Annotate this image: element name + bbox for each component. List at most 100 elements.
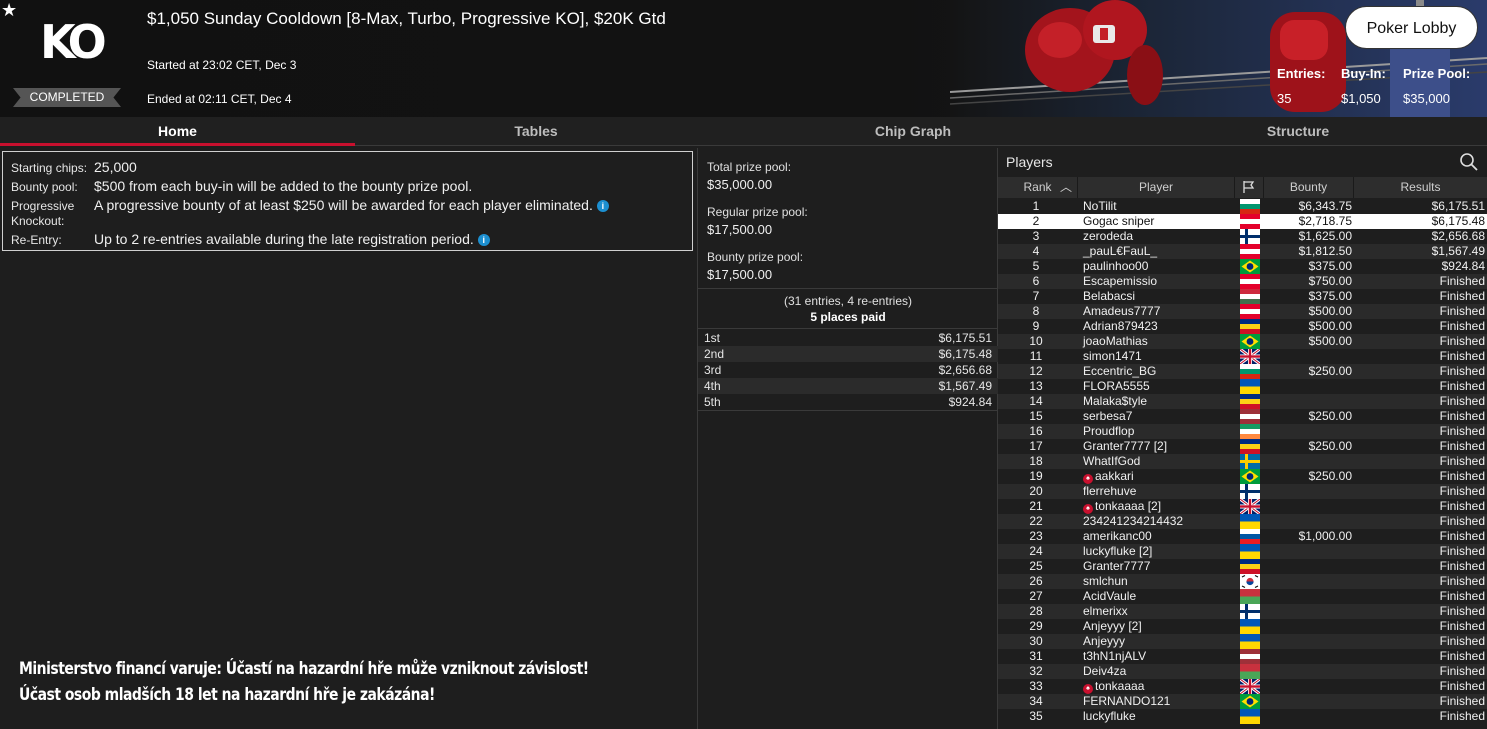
player-row[interactable]: 9 Adrian879423 $500.00 Finished <box>998 319 1487 334</box>
player-row[interactable]: 29 Anjeyyy [2] Finished <box>998 619 1487 634</box>
info-icon[interactable]: i <box>596 200 609 212</box>
player-rank: 4 <box>1032 244 1040 258</box>
country-flag-icon <box>1240 424 1260 439</box>
column-country[interactable] <box>1235 177 1264 198</box>
player-row[interactable]: 15 serbesa7 $250.00 Finished <box>998 409 1487 424</box>
player-bounty: $500.00 <box>1308 334 1352 348</box>
column-results[interactable]: Results <box>1354 177 1487 198</box>
poker-lobby-button[interactable]: Poker Lobby <box>1345 6 1478 49</box>
player-name: Amadeus7777 <box>1083 304 1161 318</box>
search-icon[interactable] <box>1459 152 1479 172</box>
player-row[interactable]: 1 NoTilit $6,343.75 $6,175.51 <box>998 199 1487 214</box>
tab-tables[interactable]: Tables <box>355 117 717 146</box>
player-row[interactable]: 23 amerikanc00 $1,000.00 Finished <box>998 529 1487 544</box>
country-flag-icon <box>1240 394 1260 409</box>
player-name-cell: Adrian879423 <box>1083 319 1158 334</box>
player-row[interactable]: 18 WhatIfGod Finished <box>998 454 1487 469</box>
player-row[interactable]: 19 ♠ aakkari $250.00 Finished <box>998 469 1487 484</box>
player-row[interactable]: 35 luckyfluke Finished <box>998 709 1487 724</box>
tab-chip-graph[interactable]: Chip Graph <box>717 117 1109 146</box>
column-rank[interactable]: Rank ︿ <box>998 177 1078 198</box>
player-row[interactable]: 32 Deiv4za Finished <box>998 664 1487 679</box>
country-flag-icon <box>1240 199 1260 214</box>
player-result: Finished <box>1439 604 1485 618</box>
bounty-prize-value: $17,500.00 <box>707 267 773 282</box>
player-row[interactable]: 14 Malaka$tyle Finished <box>998 394 1487 409</box>
player-row[interactable]: 22 234241234214432 Finished <box>998 514 1487 529</box>
column-player[interactable]: Player <box>1078 177 1235 198</box>
favorite-star-icon[interactable]: ★ <box>1 1 19 19</box>
player-result: Finished <box>1439 364 1485 378</box>
player-name-cell: Escapemissio <box>1083 274 1157 289</box>
player-name-cell: paulinhoo00 <box>1083 259 1148 274</box>
player-name-cell: Granter7777 <box>1083 559 1150 574</box>
player-name: tonkaaaa [2] <box>1095 499 1162 513</box>
player-rank: 9 <box>1032 319 1040 333</box>
column-bounty[interactable]: Bounty <box>1264 177 1354 198</box>
player-row[interactable]: 13 FLORA5555 Finished <box>998 379 1487 394</box>
starting-chips-label: Starting chips: <box>11 161 88 175</box>
players-panel: Players Rank ︿ Player Bounty Results 1 No… <box>998 148 1487 729</box>
player-result: Finished <box>1439 319 1485 333</box>
player-row[interactable]: 34 FERNANDO121 Finished <box>998 694 1487 709</box>
player-result: Finished <box>1439 304 1485 318</box>
player-row[interactable]: 28 elmerixx Finished <box>998 604 1487 619</box>
player-row[interactable]: 27 AcidVaule Finished <box>998 589 1487 604</box>
country-flag-icon <box>1240 514 1260 529</box>
players-title: Players <box>1006 154 1053 170</box>
player-row[interactable]: 12 Eccentric_BG $250.00 Finished <box>998 364 1487 379</box>
player-rank: 29 <box>1029 619 1043 633</box>
player-name: Anjeyyy [2] <box>1083 619 1142 633</box>
starting-chips-value: 25,000 <box>94 159 137 175</box>
player-row[interactable]: 4 _pauL€FauL_ $1,812.50 $1,567.49 <box>998 244 1487 259</box>
player-row[interactable]: 30 Anjeyyy Finished <box>998 634 1487 649</box>
player-rank: 12 <box>1029 364 1043 378</box>
player-name-cell: smlchun <box>1083 574 1128 589</box>
tab-structure[interactable]: Structure <box>1109 117 1487 146</box>
player-row[interactable]: 16 Proudflop Finished <box>998 424 1487 439</box>
tournament-lobby-window: ★ KO COMPLETED $1,050 Sunday Cooldown [8… <box>0 0 1487 729</box>
sort-ascending-icon: ︿ <box>1059 180 1072 194</box>
player-row[interactable]: 25 Granter7777 Finished <box>998 559 1487 574</box>
player-row[interactable]: 3 zerodeda $1,625.00 $2,656.68 <box>998 229 1487 244</box>
player-result: Finished <box>1439 439 1485 453</box>
players-table-body: 1 NoTilit $6,343.75 $6,175.51 2 Gogac sniper $… <box>998 199 1487 724</box>
player-name-cell: simon1471 <box>1083 349 1142 364</box>
player-name: flerrehuve <box>1083 484 1137 498</box>
country-flag-icon <box>1240 304 1260 319</box>
player-bounty: $250.00 <box>1308 409 1352 423</box>
player-bounty: $500.00 <box>1308 319 1352 333</box>
player-bounty: $1,000.00 <box>1298 529 1352 543</box>
player-result: Finished <box>1439 544 1485 558</box>
country-flag-icon <box>1240 409 1260 424</box>
player-row[interactable]: 21 ♠ tonkaaaa [2] Finished <box>998 499 1487 514</box>
player-result: Finished <box>1439 514 1485 528</box>
player-row[interactable]: 5 paulinhoo00 $375.00 $924.84 <box>998 259 1487 274</box>
player-row[interactable]: 7 Belabacsi $375.00 Finished <box>998 289 1487 304</box>
prize-pool-panel: Total prize pool: $35,000.00 Regular pri… <box>697 148 998 729</box>
player-row[interactable]: 26 smlchun Finished <box>998 574 1487 589</box>
player-name-cell: Gogac sniper <box>1083 214 1154 229</box>
player-name: amerikanc00 <box>1083 529 1152 543</box>
country-flag-icon <box>1240 694 1260 709</box>
player-row[interactable]: 20 flerrehuve Finished <box>998 484 1487 499</box>
info-icon[interactable]: i <box>477 234 490 246</box>
player-row[interactable]: 2 Gogac sniper $2,718.75 $6,175.48 <box>998 214 1487 229</box>
player-result: Finished <box>1439 589 1485 603</box>
player-row[interactable]: 8 Amadeus7777 $500.00 Finished <box>998 304 1487 319</box>
entries-label: Entries: <box>1277 66 1326 81</box>
country-flag-icon <box>1240 274 1260 289</box>
player-name: Belabacsi <box>1083 289 1136 303</box>
entries-value: 35 <box>1277 91 1292 106</box>
player-row[interactable]: 10 joaoMathias $500.00 Finished <box>998 334 1487 349</box>
tab-home[interactable]: Home <box>0 117 355 146</box>
player-row[interactable]: 24 luckyfluke [2] Finished <box>998 544 1487 559</box>
player-name: Anjeyyy <box>1083 634 1126 648</box>
player-result: Finished <box>1439 529 1485 543</box>
player-row[interactable]: 31 t3hN1njALV Finished <box>998 649 1487 664</box>
player-row[interactable]: 6 Escapemissio $750.00 Finished <box>998 274 1487 289</box>
player-row[interactable]: 11 simon1471 Finished <box>998 349 1487 364</box>
player-row[interactable]: 17 Granter7777 [2] $250.00 Finished <box>998 439 1487 454</box>
player-rank: 14 <box>1029 394 1043 408</box>
player-row[interactable]: 33 ♠ tonkaaaa Finished <box>998 679 1487 694</box>
